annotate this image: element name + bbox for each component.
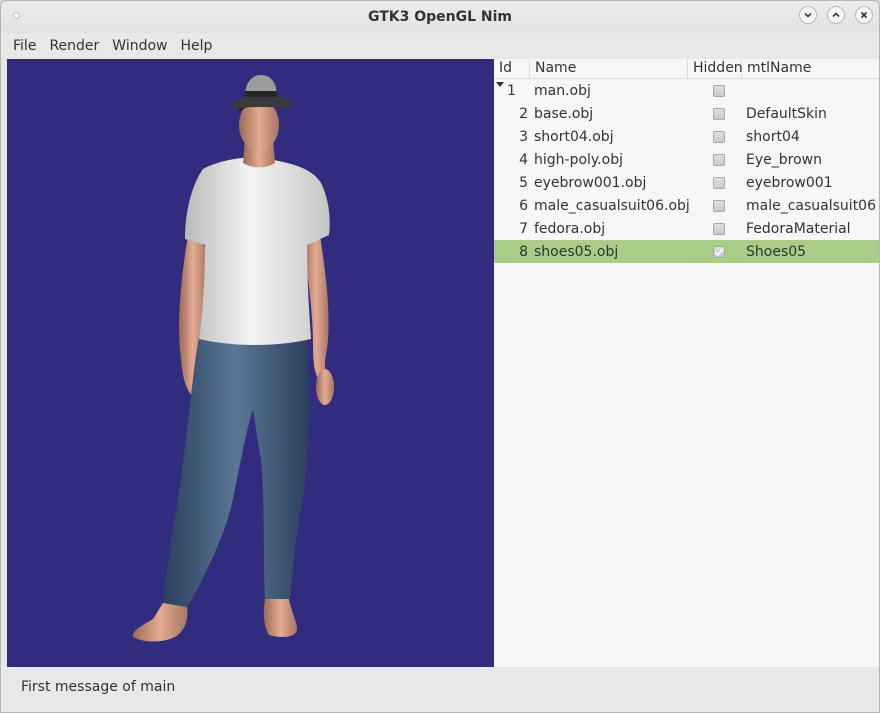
row-mtlname: male_casualsuit06 <box>746 197 876 214</box>
window-menu-dot[interactable] <box>13 12 20 19</box>
menu-bar: File Render Window Help <box>1 33 879 58</box>
status-bar: First message of main <box>1 667 879 712</box>
menu-help[interactable]: Help <box>180 38 212 54</box>
row-hidden-cell <box>692 84 746 97</box>
close-button[interactable] <box>855 6 873 24</box>
row-id: 6 <box>519 197 528 214</box>
hidden-checkbox[interactable] <box>713 84 725 97</box>
hidden-checkbox[interactable] <box>713 153 725 166</box>
row-id: 4 <box>519 151 528 168</box>
row-name: fedora.obj <box>534 220 606 237</box>
rendered-human-model <box>132 75 334 642</box>
row-name: man.obj <box>534 82 591 99</box>
row-id: 8 <box>519 243 528 260</box>
menu-window[interactable]: Window <box>112 38 167 54</box>
row-hidden-cell <box>692 245 746 258</box>
column-header-name[interactable]: Name <box>530 59 688 78</box>
row-hidden-cell <box>692 153 746 166</box>
row-mtlname: eyebrow001 <box>746 174 833 191</box>
row-id: 2 <box>519 105 528 122</box>
row-hidden-cell <box>692 199 746 212</box>
row-id: 3 <box>519 128 528 145</box>
tree-rows: 1 man.obj 2 base.obj DefaultSkin 3 short04.obj… <box>494 79 879 263</box>
row-hidden-cell <box>692 176 746 189</box>
checkmark-icon <box>714 248 724 256</box>
table-row[interactable]: 2 base.obj DefaultSkin <box>494 102 879 125</box>
hidden-checkbox[interactable] <box>713 199 725 212</box>
opengl-viewport[interactable] <box>7 59 494 667</box>
row-hidden-cell <box>692 130 746 143</box>
row-mtlname: Eye_brown <box>746 151 822 168</box>
chevron-down-icon <box>804 12 812 18</box>
object-tree-view[interactable]: Id Name Hidden mtlName 1 man.obj 2 base.obj… <box>494 59 879 667</box>
window-title: GTK3 OpenGL Nim <box>367 9 513 25</box>
row-name: shoes05.obj <box>534 243 619 260</box>
maximize-button[interactable] <box>827 6 845 24</box>
table-row[interactable]: 8 shoes05.obj Shoes05 <box>494 240 879 263</box>
chevron-up-icon <box>832 12 840 18</box>
column-header-mtlname[interactable]: mtlName <box>742 59 879 78</box>
row-name: male_casualsuit06.obj <box>534 197 690 214</box>
close-icon <box>860 11 868 19</box>
row-name: base.obj <box>534 105 594 122</box>
minimize-button[interactable] <box>799 6 817 24</box>
row-mtlname: short04 <box>746 128 800 145</box>
column-header-id[interactable]: Id <box>494 59 530 78</box>
row-name: short04.obj <box>534 128 614 145</box>
hidden-checkbox[interactable] <box>713 176 725 189</box>
app-window: GTK3 OpenGL Nim File Render Window Help <box>0 0 880 713</box>
row-mtlname: FedoraMaterial <box>746 220 851 237</box>
column-header-hidden[interactable]: Hidden <box>688 59 743 78</box>
row-hidden-cell <box>692 107 746 120</box>
table-row[interactable]: 4 high-poly.obj Eye_brown <box>494 148 879 171</box>
hidden-checkbox[interactable] <box>713 107 725 120</box>
row-name: eyebrow001.obj <box>534 174 647 191</box>
title-bar[interactable]: GTK3 OpenGL Nim <box>1 1 879 33</box>
hidden-checkbox[interactable] <box>713 245 725 258</box>
tree-header: Id Name Hidden mtlName <box>494 59 879 79</box>
hidden-checkbox[interactable] <box>713 222 725 235</box>
table-row[interactable]: 5 eyebrow001.obj eyebrow001 <box>494 171 879 194</box>
table-row[interactable]: 1 man.obj <box>494 79 879 102</box>
row-mtlname: DefaultSkin <box>746 105 827 122</box>
row-mtlname: Shoes05 <box>746 243 807 260</box>
row-hidden-cell <box>692 222 746 235</box>
window-controls <box>799 6 873 24</box>
table-row[interactable]: 7 fedora.obj FedoraMaterial <box>494 217 879 240</box>
row-name: high-poly.obj <box>534 151 623 168</box>
hidden-checkbox[interactable] <box>713 130 725 143</box>
row-id: 5 <box>519 174 528 191</box>
table-row[interactable]: 6 male_casualsuit06.obj male_casualsuit06 <box>494 194 879 217</box>
menu-render[interactable]: Render <box>49 38 99 54</box>
table-row[interactable]: 3 short04.obj short04 <box>494 125 879 148</box>
row-id: 7 <box>519 220 528 237</box>
status-message: First message of main <box>21 679 176 695</box>
expander-arrow-icon[interactable] <box>496 82 504 87</box>
menu-file[interactable]: File <box>13 38 36 54</box>
